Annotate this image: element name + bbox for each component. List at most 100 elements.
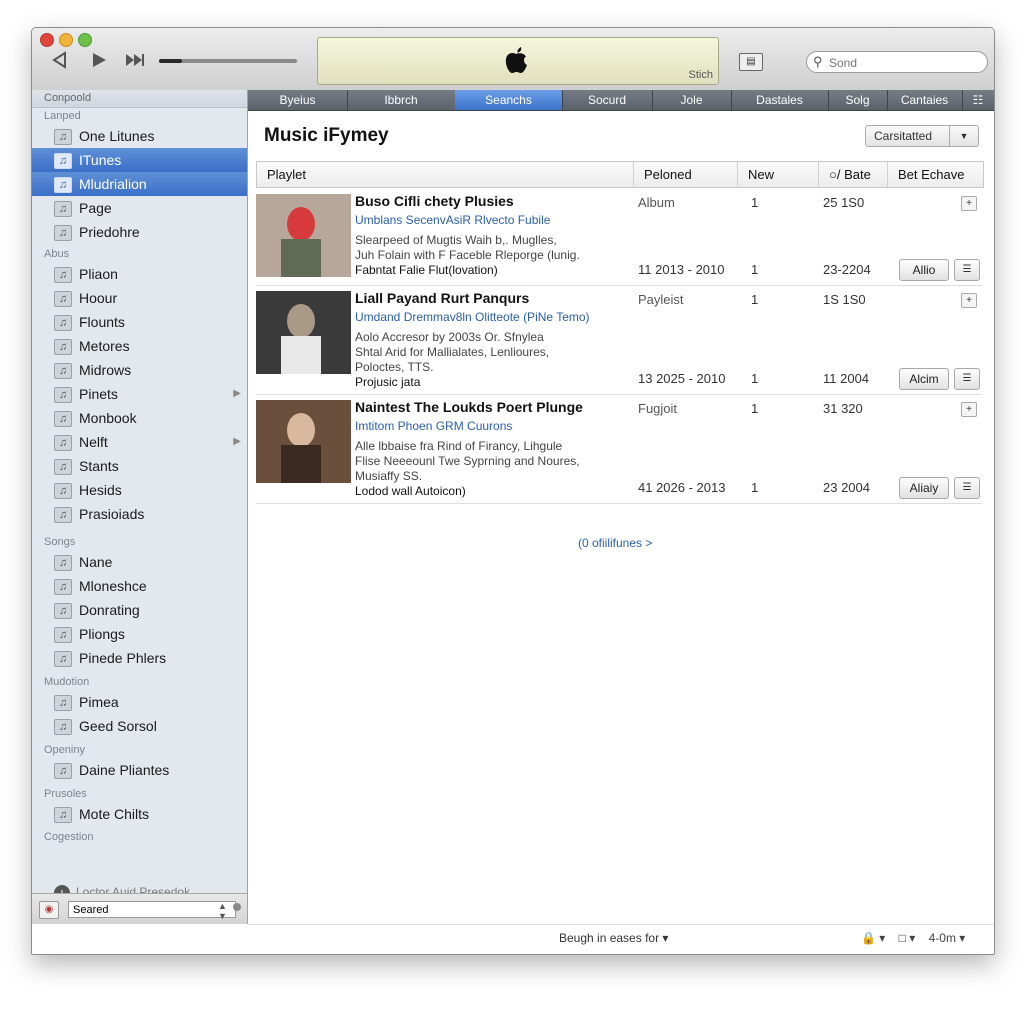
sidebar-filter-input[interactable]: [68, 901, 236, 918]
zoom-window-button[interactable]: [78, 33, 92, 47]
sidebar-item[interactable]: ♫ Mloneshce: [32, 574, 247, 598]
tab[interactable]: Dastales: [731, 90, 829, 110]
sidebar-item-label: Daine Pliantes: [79, 762, 170, 778]
sidebar-item[interactable]: ♫ Geed Sorsol: [32, 714, 247, 738]
sidebar-item[interactable]: ♫ Nane: [32, 550, 247, 574]
column-header-playlist[interactable]: Playlet: [257, 162, 634, 187]
item-action-button[interactable]: Aliaiy: [899, 477, 949, 499]
disclosure-arrow-icon[interactable]: ▶: [233, 430, 241, 454]
more-results-link[interactable]: (0 ofiilifunes >: [578, 536, 652, 550]
sidebar-item[interactable]: ♫ Pliаon: [32, 262, 247, 286]
sidebar-item[interactable]: ♫ Pinets ▶: [32, 382, 247, 406]
drive-icon: ♫: [54, 695, 72, 711]
sidebar-section-title: Songs: [44, 536, 76, 548]
item-menu-icon[interactable]: ☰: [954, 259, 980, 281]
sidebar-item[interactable]: ♫ Midrows: [32, 358, 247, 382]
sidebar-item-label: Metores: [79, 338, 130, 354]
sidebar-item[interactable]: ♫ Page: [32, 196, 247, 220]
tab[interactable]: Ibbrch: [347, 90, 456, 110]
column-header-released[interactable]: Peloned: [634, 162, 738, 187]
person-icon: ♫: [54, 603, 72, 619]
sidebar-item[interactable]: ♫ Mote Chilts: [32, 802, 247, 826]
tab[interactable]: Solg: [828, 90, 888, 110]
sidebar-item[interactable]: ♫ Pimea: [32, 690, 247, 714]
sidebar-item[interactable]: ♫ Flounts: [32, 310, 247, 334]
stepper-icon[interactable]: ▲ ▼: [218, 901, 227, 921]
item-rate: 31 320: [823, 401, 863, 416]
table-row[interactable]: Buso Cifli chety Plusies Umblans SecenvAs…: [256, 188, 982, 286]
time-display[interactable]: 4-0m ▾: [929, 931, 966, 945]
item-menu-icon[interactable]: ☰: [954, 477, 980, 499]
sidebar-item[interactable]: ♫ Stants: [32, 454, 247, 478]
previous-track-button[interactable]: [46, 50, 74, 74]
item-action-button[interactable]: Allio: [899, 259, 949, 281]
add-icon[interactable]: +: [961, 402, 977, 417]
sidebar-item[interactable]: ♫ Metores: [32, 334, 247, 358]
item-artist-link[interactable]: Umdand Dremmav8ln Olitteote (PiNe Temo): [355, 310, 590, 324]
tab[interactable]: Socurd: [562, 90, 653, 110]
column-header-date[interactable]: ○/ Bate: [819, 162, 888, 187]
lock-icon[interactable]: 🔒 ▾: [861, 931, 885, 945]
sidebar-item[interactable]: ♫ Mludrialion: [32, 172, 247, 196]
table-row[interactable]: Liall Payand Rurt Panqurs Umdand Dremmav8…: [256, 285, 982, 395]
album-artwork[interactable]: [256, 400, 351, 483]
view-toggle-button[interactable]: ▤: [739, 53, 763, 71]
record-icon[interactable]: ◉: [39, 901, 59, 919]
sidebar-item[interactable]: ♫ Hoour: [32, 286, 247, 310]
sidebar: Conpoold Lanped ♫ One Litunes ♫ ITunes ♫ Mludr…: [32, 90, 248, 924]
item-description: Shtal Arid for Mallialates, Lenlioures,: [355, 345, 550, 359]
item-title[interactable]: Naintest The Loukds Poert Plunge: [355, 399, 583, 415]
sidebar-item[interactable]: ♫ Prasioiads: [32, 502, 247, 526]
sidebar-item-label: Hoour: [79, 290, 118, 306]
play-button[interactable]: [85, 50, 113, 74]
library-icon: ♫: [54, 177, 72, 193]
volume-slider[interactable]: [159, 59, 297, 63]
column-header-exchange[interactable]: Bet Echave: [888, 162, 983, 187]
sidebar-item-label: Flounts: [79, 314, 125, 330]
item-menu-icon[interactable]: ☰: [954, 368, 980, 390]
speaker-icon: ♫: [54, 267, 72, 283]
search-box[interactable]: ⚲: [806, 51, 988, 73]
item-type: Payleist: [638, 292, 684, 307]
item-title[interactable]: Liall Payand Rurt Panqurs: [355, 290, 529, 306]
status-text[interactable]: Beugh in eases for ▾: [559, 931, 668, 945]
add-icon[interactable]: +: [961, 196, 977, 211]
item-action-button[interactable]: Alcim: [899, 368, 949, 390]
item-artist-link[interactable]: Umblans SecenvAsiR Rlvecto Fubile: [355, 213, 550, 227]
sidebar-item[interactable]: ♫ Pliongs: [32, 622, 247, 646]
search-input[interactable]: [827, 54, 981, 71]
sidebar-item-label: Pinets: [79, 386, 118, 402]
sidebar-item[interactable]: ♫ Hesids: [32, 478, 247, 502]
sidebar-item-label: Pimea: [79, 694, 119, 710]
next-track-button[interactable]: [121, 50, 149, 74]
item-title[interactable]: Buso Cifli chety Plusies: [355, 193, 514, 209]
album-artwork[interactable]: [256, 291, 351, 374]
sidebar-item[interactable]: ♫ Priedohre: [32, 220, 247, 244]
sidebar-item[interactable]: ♫ Nelft ▶: [32, 430, 247, 454]
sidebar-item[interactable]: ♫ Pinede Phlers: [32, 646, 247, 670]
sidebar-item[interactable]: ♫ Daine Pliantes: [32, 758, 247, 782]
sidebar-item[interactable]: ♫ Monbook: [32, 406, 247, 430]
tab[interactable]: Jole: [652, 90, 732, 110]
status-dot-icon: [233, 903, 241, 911]
sidebar-item-label: Pliongs: [79, 626, 125, 642]
item-count: 1: [751, 371, 759, 386]
table-row[interactable]: Naintest The Loukds Poert Plunge Imtitom …: [256, 394, 982, 504]
sort-dropdown[interactable]: Carsitatted ▼: [865, 125, 979, 147]
tab[interactable]: Byeius: [248, 90, 348, 110]
tab[interactable]: Seanchs: [455, 90, 563, 110]
album-artwork[interactable]: [256, 194, 351, 277]
display-icon[interactable]: □ ▾: [899, 931, 916, 945]
disclosure-arrow-icon[interactable]: ▶: [233, 382, 241, 406]
sidebar-item[interactable]: ♫ Donrating: [32, 598, 247, 622]
minimize-window-button[interactable]: [59, 33, 73, 47]
item-artist-link[interactable]: Imtitom Phoen GRM Cuurons: [355, 419, 512, 433]
sidebar-item[interactable]: ♫ ITunes: [32, 148, 247, 172]
column-header-new[interactable]: New: [738, 162, 819, 187]
tab-options-icon[interactable]: ☷: [962, 90, 994, 110]
sidebar-item[interactable]: ♫ One Litunes: [32, 124, 247, 148]
add-icon[interactable]: +: [961, 293, 977, 308]
download-icon: ♫: [54, 507, 72, 523]
tab[interactable]: Cantaies: [887, 90, 963, 110]
close-window-button[interactable]: [40, 33, 54, 47]
